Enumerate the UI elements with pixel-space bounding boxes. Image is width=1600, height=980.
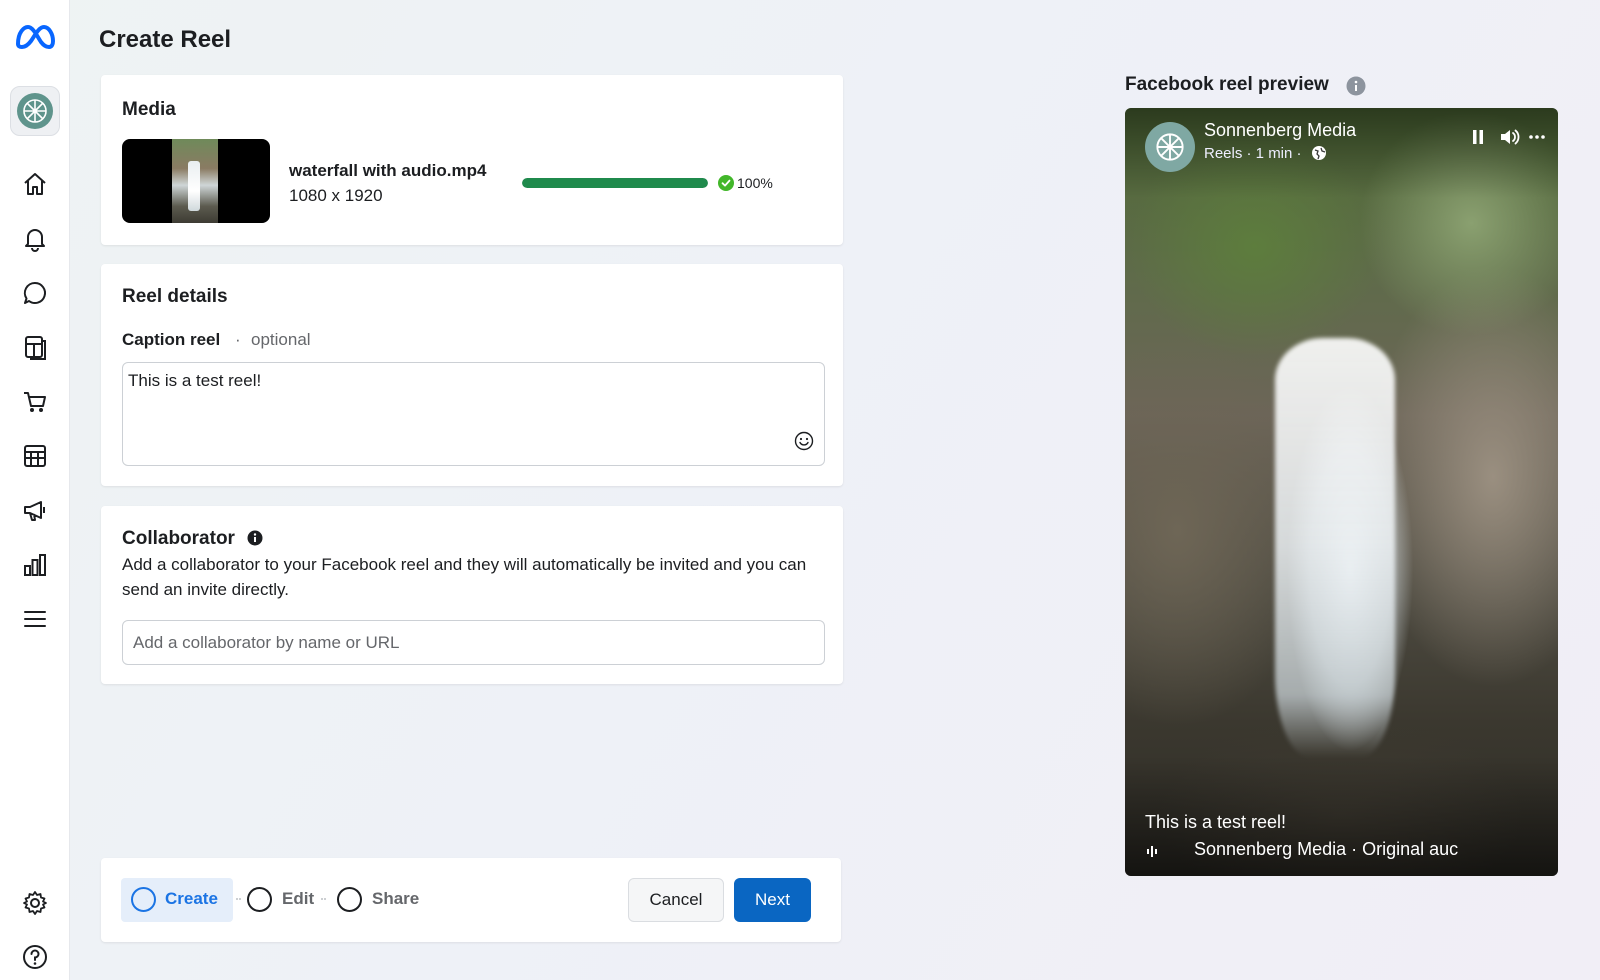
collaborator-title: Collaborator (122, 528, 235, 549)
media-section-title: Media (122, 99, 176, 120)
preview-meta: Reels · 1 min · (1204, 145, 1302, 162)
thumbnail-waterfall (188, 161, 200, 211)
help-icon[interactable] (21, 943, 49, 971)
cancel-button[interactable]: Cancel (628, 878, 724, 922)
step-connector (236, 898, 244, 902)
menu-icon[interactable] (21, 605, 49, 633)
info-icon[interactable] (1346, 76, 1366, 101)
gear-icon[interactable] (21, 889, 49, 917)
emoji-icon[interactable] (794, 431, 814, 456)
step-action-bar: Create Edit Share Cancel Next (101, 858, 841, 942)
more-options-icon[interactable] (1528, 128, 1546, 151)
step-create-label: Create (165, 889, 218, 908)
upload-progress-text: 100% (737, 175, 773, 191)
preview-caption: This is a test reel! (1145, 812, 1287, 832)
step-edit-label: Edit (282, 889, 315, 908)
info-icon[interactable] (247, 530, 263, 551)
reel-details-title: Reel details (122, 286, 228, 307)
upload-progress-bar (522, 178, 708, 188)
file-dimensions: 1080 x 1920 (289, 186, 383, 205)
megaphone-icon[interactable] (21, 496, 49, 524)
step-share-label: Share (372, 889, 420, 908)
left-nav-rail (0, 0, 70, 980)
meta-logo-icon[interactable] (14, 24, 56, 50)
step-create[interactable]: Create (121, 878, 233, 922)
step-edit-circle-icon (247, 887, 272, 912)
upload-progress-fill (522, 178, 708, 188)
cart-icon[interactable] (21, 388, 49, 416)
caption-input[interactable] (123, 363, 824, 465)
collaborator-input[interactable] (122, 620, 825, 665)
chat-bubble-icon[interactable] (21, 279, 49, 307)
next-button[interactable]: Next (734, 878, 811, 922)
step-create-circle-icon (131, 887, 156, 912)
preview-waterfall-image (1275, 338, 1395, 758)
media-card: Media waterfall with audio.mp4 1080 x 19… (101, 75, 843, 245)
page-title: Create Reel (99, 26, 232, 53)
caption-separator: · (235, 330, 241, 349)
step-share-circle-icon (337, 887, 362, 912)
caption-optional-label: optional (251, 330, 311, 349)
globe-icon (1311, 145, 1327, 166)
video-thumbnail[interactable] (122, 139, 270, 223)
check-circle-icon (718, 175, 734, 196)
volume-icon[interactable] (1498, 126, 1522, 153)
audio-wave-icon (1145, 843, 1161, 864)
reel-details-card: Reel details Caption reel · optional (101, 264, 843, 486)
step-connector (321, 898, 329, 902)
preview-title: Facebook reel preview (1125, 74, 1329, 95)
collaborator-card: Collaborator Add a collaborator to your … (101, 506, 843, 684)
file-name: waterfall with audio.mp4 (289, 161, 487, 180)
bell-icon[interactable] (21, 225, 49, 253)
page-avatar-icon[interactable] (10, 86, 60, 136)
caption-label: Caption reel (122, 330, 221, 349)
home-icon[interactable] (21, 170, 49, 198)
preview-page-name: Sonnenberg Media (1204, 120, 1357, 140)
reel-preview[interactable]: Sonnenberg Media Reels · 1 min · This is… (1125, 108, 1558, 876)
pause-icon[interactable] (1470, 128, 1486, 151)
table-grid-icon[interactable] (21, 442, 49, 470)
preview-audio-credit: Sonnenberg Media · Original auc (1194, 839, 1459, 859)
bar-chart-icon[interactable] (21, 551, 49, 579)
preview-avatar-icon (1145, 122, 1195, 172)
pages-icon[interactable] (21, 333, 49, 361)
collaborator-description: Add a collaborator to your Facebook reel… (122, 555, 807, 599)
caption-field (122, 362, 825, 466)
